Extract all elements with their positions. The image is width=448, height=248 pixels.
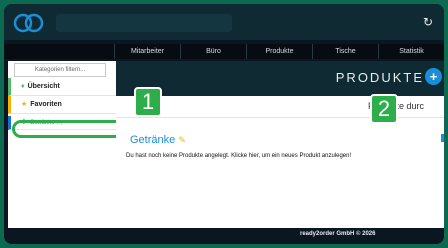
category-filter-input[interactable]: Kategorien filtern... xyxy=(14,63,106,77)
sidebar-item-overview[interactable]: ♦ Übersicht xyxy=(8,78,116,96)
app-frame: ↻ Mitarbeiter Büro Produkte Tische Stati… xyxy=(4,4,444,244)
star-icon: ★ xyxy=(21,101,28,108)
nav-statistik[interactable]: Statistik xyxy=(378,44,444,59)
footer: ready2order GmbH © 2026 xyxy=(116,228,444,244)
page-title: PRODUKTE xyxy=(335,70,424,85)
top-bar: ↻ xyxy=(4,4,444,40)
reload-icon[interactable]: ↻ xyxy=(420,14,436,30)
products-header: PRODUKTE + xyxy=(116,61,444,96)
category-title: Getränke ✎ xyxy=(130,134,186,146)
category-sidebar: Kategorien filtern... ♦ Übersicht ★ Favori… xyxy=(8,61,116,228)
empty-state-message[interactable]: Du hast noch keine Produkte angelegt. Kl… xyxy=(126,153,351,159)
main-nav: Mitarbeiter Büro Produkte Tische Statist… xyxy=(4,44,444,59)
footer-copyright: ready2order GmbH © 2026 xyxy=(300,231,376,237)
logo-icon xyxy=(13,13,44,33)
sidebar-item-label: Favoriten xyxy=(30,101,62,108)
callout-badge-1: 1 xyxy=(134,87,162,117)
callout-badge-2: 2 xyxy=(370,94,398,124)
pencil-icon[interactable]: ✎ xyxy=(178,135,186,145)
sidebar-item-label: Übersicht xyxy=(27,83,60,90)
nav-produkte[interactable]: Produkte xyxy=(246,44,312,59)
highlight-ring xyxy=(12,120,124,138)
address-bar[interactable] xyxy=(56,14,232,32)
add-product-button[interactable]: + xyxy=(425,68,442,85)
edge-marker xyxy=(441,134,444,142)
bulb-icon: ♦ xyxy=(21,83,25,90)
nav-mitarbeiter[interactable]: Mitarbeiter xyxy=(114,44,180,59)
nav-buero[interactable]: Büro xyxy=(180,44,246,59)
nav-tische[interactable]: Tische xyxy=(312,44,378,59)
sidebar-item-favorites[interactable]: ★ Favoriten xyxy=(8,96,116,114)
